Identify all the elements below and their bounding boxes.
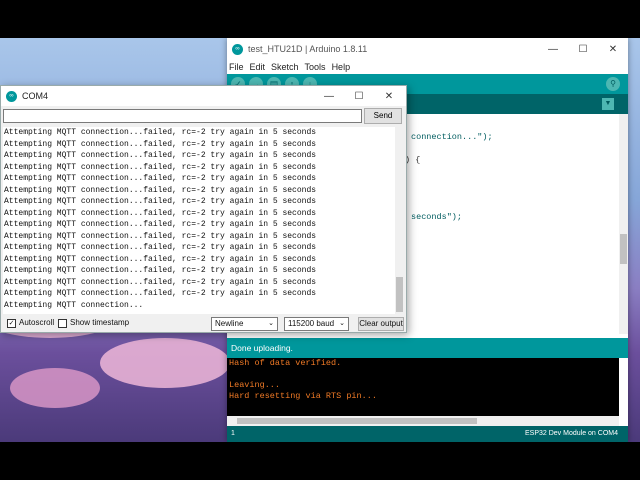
menu-tools[interactable]: Tools <box>305 62 326 72</box>
console-hscroll-thumb[interactable] <box>237 418 477 424</box>
ide-close-button[interactable]: ✕ <box>598 44 628 55</box>
output-line: Attempting MQTT connection...failed, rc=… <box>4 197 317 206</box>
ide-window-title: test_HTU21D | Arduino 1.8.11 <box>248 44 368 54</box>
baud-rate-value: 115200 baud <box>288 319 335 328</box>
output-line: Attempting MQTT connection...failed, rc=… <box>4 208 317 218</box>
autoscroll-checkbox[interactable]: ✓ <box>7 319 16 328</box>
output-line: Attempting MQTT connection...failed, rc=… <box>4 128 317 137</box>
code-fragment: seconds"); <box>411 212 463 222</box>
line-ending-select[interactable]: Newline ⌄ <box>211 317 278 331</box>
output-line: Attempting MQTT connection...failed, rc=… <box>4 151 317 160</box>
line-ending-value: Newline <box>215 319 244 328</box>
tab-menu-dropdown-icon[interactable]: ▼ <box>602 98 614 110</box>
serial-minimize-button[interactable]: — <box>314 91 344 102</box>
code-fragment: ) { <box>405 155 421 165</box>
serial-monitor-window: ∞ COM4 — ☐ ✕ Send Attempting MQTT connec… <box>0 85 407 333</box>
menu-help[interactable]: Help <box>332 62 351 72</box>
output-line: Attempting MQTT connection...failed, rc=… <box>4 231 317 241</box>
autoscroll-label: Autoscroll <box>19 318 55 327</box>
code-fragment: connection..."); <box>411 132 493 142</box>
show-timestamp-checkbox[interactable] <box>58 319 67 328</box>
output-line: Attempting MQTT connection...failed, rc=… <box>4 139 317 149</box>
output-line: Attempting MQTT connection...failed, rc=… <box>4 266 317 275</box>
editor-scrollbar[interactable] <box>619 114 628 334</box>
ide-maximize-button[interactable]: ☐ <box>568 44 598 55</box>
console-line: Hash of data verified. <box>229 358 342 368</box>
menu-sketch[interactable]: Sketch <box>271 62 299 72</box>
ide-status-bar: Done uploading. <box>227 338 628 358</box>
send-row: Send <box>3 108 404 125</box>
output-scrollbar[interactable] <box>395 127 404 314</box>
clear-output-button[interactable]: Clear output <box>358 317 404 331</box>
arduino-logo-icon: ∞ <box>232 43 243 55</box>
serial-maximize-button[interactable]: ☐ <box>344 91 374 102</box>
board-port-label: ESP32 Dev Module on COM4 <box>525 430 618 437</box>
console-line: Leaving... <box>229 380 281 390</box>
chevron-down-icon: ⌄ <box>339 320 345 327</box>
console-line: Hard resetting via RTS pin... <box>229 391 377 401</box>
output-line: Attempting MQTT connection...failed, rc=… <box>4 243 317 252</box>
menu-file[interactable]: File <box>229 62 244 72</box>
baud-rate-select[interactable]: 115200 baud ⌄ <box>284 317 349 331</box>
output-scroll-thumb[interactable] <box>396 277 403 312</box>
output-line: Attempting MQTT connection...failed, rc=… <box>4 174 317 183</box>
serial-output: Attempting MQTT connection...failed, rc=… <box>3 127 395 314</box>
output-line: Attempting MQTT connection...failed, rc=… <box>4 254 317 264</box>
output-line: Attempting MQTT connection...failed, rc=… <box>4 185 317 195</box>
serial-titlebar: ∞ COM4 — ☐ ✕ <box>1 86 406 106</box>
serial-close-button[interactable]: ✕ <box>374 91 404 102</box>
letterbox-bottom <box>0 442 640 480</box>
ide-footer: 1 ESP32 Dev Module on COM4 <box>227 426 628 442</box>
arduino-logo-icon: ∞ <box>6 90 17 102</box>
serial-send-input[interactable] <box>3 109 362 123</box>
serial-window-title: COM4 <box>22 91 49 101</box>
show-timestamp-label: Show timestamp <box>70 318 130 327</box>
letterbox-top <box>0 0 640 38</box>
send-button[interactable]: Send <box>364 108 402 124</box>
console-hscrollbar[interactable] <box>227 416 619 426</box>
ide-console: Hash of data verified. Leaving... Hard r… <box>227 358 619 416</box>
editor-scroll-thumb[interactable] <box>620 234 627 264</box>
output-line: Attempting MQTT connection...failed, rc=… <box>4 277 317 287</box>
ide-menubar: File Edit Sketch Tools Help <box>227 60 628 74</box>
serial-options-row: ✓ Autoscroll Show timestamp Newline ⌄ 11… <box>3 316 404 332</box>
output-line: Attempting MQTT connection...failed, rc=… <box>4 289 317 298</box>
menu-edit[interactable]: Edit <box>250 62 266 72</box>
output-line: Attempting MQTT connection... <box>4 300 144 310</box>
output-line: Attempting MQTT connection...failed, rc=… <box>4 220 317 229</box>
ide-minimize-button[interactable]: — <box>538 44 568 55</box>
chevron-down-icon: ⌄ <box>268 320 274 327</box>
output-line: Attempting MQTT connection...failed, rc=… <box>4 162 317 172</box>
serial-monitor-icon[interactable]: ⚲ <box>606 77 620 91</box>
line-number: 1 <box>231 430 235 437</box>
ide-titlebar: ∞ test_HTU21D | Arduino 1.8.11 — ☐ ✕ <box>227 38 628 60</box>
